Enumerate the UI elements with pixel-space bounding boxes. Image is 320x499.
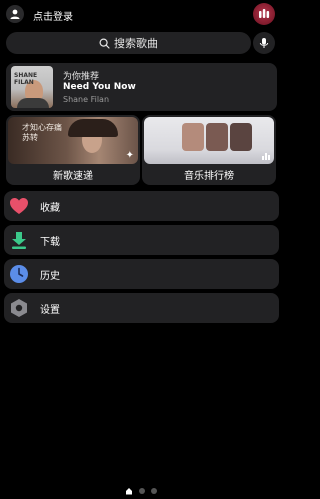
menu-favorites[interactable]: 收藏 xyxy=(4,191,279,221)
chart-thumb-3 xyxy=(230,123,252,151)
voice-search-button[interactable] xyxy=(253,32,275,54)
gear-icon xyxy=(8,297,30,319)
menu-label-history: 历史 xyxy=(40,270,60,282)
cover-text: SHANE FILAN xyxy=(14,72,38,86)
search-icon xyxy=(99,37,110,49)
new-songs-overlay-text: 才知心存痛 苏转 xyxy=(22,123,62,142)
chart-thumb-2 xyxy=(206,123,228,151)
bar-chart-icon xyxy=(262,153,270,160)
search-bar[interactable]: 搜索歌曲 xyxy=(6,32,251,54)
menu-settings[interactable]: 设置 xyxy=(4,293,279,323)
new-songs-label: 新歌速递 xyxy=(53,171,93,182)
clock-icon xyxy=(8,263,30,285)
menu-downloads[interactable]: 下载 xyxy=(4,225,279,255)
recommend-card[interactable]: SHANE FILAN 为你推荐 Need You Now Shane Fila… xyxy=(6,63,277,111)
page-indicator xyxy=(125,487,157,495)
app-logo[interactable] xyxy=(253,3,275,25)
menu-label-settings: 设置 xyxy=(40,304,60,316)
page-dot-3[interactable] xyxy=(151,488,157,494)
cover-figure xyxy=(17,98,49,108)
charts-image xyxy=(144,117,274,164)
artist-name: Shane Filan xyxy=(63,95,110,104)
download-icon xyxy=(8,229,30,251)
menu-history[interactable]: 历史 xyxy=(4,259,279,289)
music-logo-icon xyxy=(259,9,270,18)
recommend-title: 为你推荐 xyxy=(63,72,100,82)
new-songs-tile[interactable]: 才知心存痛 苏转 ✦ 新歌速递 xyxy=(6,115,140,185)
microphone-icon xyxy=(259,38,269,48)
user-avatar[interactable] xyxy=(6,5,24,23)
user-icon xyxy=(10,9,20,19)
home-icon[interactable] xyxy=(125,487,133,495)
search-placeholder: 搜索歌曲 xyxy=(114,37,158,50)
album-cover: SHANE FILAN xyxy=(11,66,53,108)
heart-icon xyxy=(8,195,30,217)
song-title: Need You Now xyxy=(63,82,136,92)
charts-label: 音乐排行榜 xyxy=(184,171,234,182)
charts-tile[interactable]: 音乐排行榜 xyxy=(142,115,276,185)
page-dot-2[interactable] xyxy=(139,488,145,494)
login-link[interactable]: 点击登录 xyxy=(33,8,73,23)
singer-hair xyxy=(68,119,118,137)
menu-label-downloads: 下载 xyxy=(40,236,60,248)
sparkle-icon: ✦ xyxy=(125,150,134,161)
menu-label-favorites: 收藏 xyxy=(40,202,60,214)
top-bar: 点击登录 xyxy=(0,0,281,28)
new-songs-image: 才知心存痛 苏转 ✦ xyxy=(8,117,138,164)
chart-thumb-1 xyxy=(182,123,204,151)
